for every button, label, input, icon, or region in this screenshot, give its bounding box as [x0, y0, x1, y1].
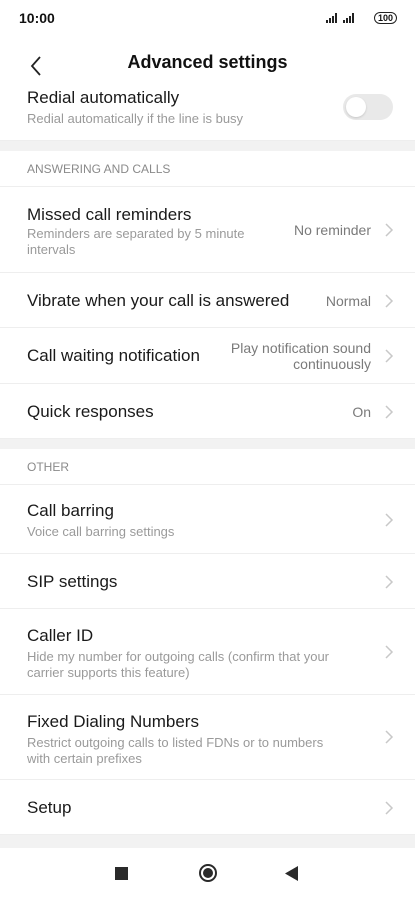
row-title: Missed call reminders [27, 205, 192, 224]
section-separator [0, 439, 415, 449]
row-title: SIP settings [27, 572, 118, 591]
page-title: Advanced settings [127, 51, 288, 72]
circle-icon[interactable] [198, 863, 218, 883]
app-bar: Advanced settings [0, 36, 415, 100]
signal-icon [342, 13, 354, 23]
chevron-right-icon [385, 513, 394, 527]
setup-row[interactable]: Setup [0, 780, 415, 835]
chevron-left-icon [30, 56, 41, 76]
row-subtitle: Voice call barring settings [27, 524, 175, 539]
row-value: No reminder [293, 222, 371, 238]
chevron-right-icon [385, 730, 394, 744]
missed-call-reminders-row[interactable]: Missed call reminders Reminders are sepa… [0, 187, 415, 273]
chevron-right-icon [385, 294, 394, 308]
row-title: Setup [27, 798, 72, 817]
status-bar: 10:00 100 [0, 0, 415, 36]
vibrate-when-answered-row[interactable]: Vibrate when your call is answered Norma… [0, 273, 415, 328]
square-icon[interactable] [115, 867, 128, 880]
call-waiting-notification-row[interactable]: Call waiting notification Play notificat… [0, 328, 415, 384]
triangle-back-icon[interactable] [285, 866, 298, 881]
section-heading-other: OTHER [0, 449, 415, 485]
row-title: Fixed Dialing Numbers [27, 712, 199, 731]
chevron-right-icon [385, 223, 394, 237]
row-subtitle: Reminders are separated by 5 minute inte… [27, 226, 245, 257]
signal-icon [325, 13, 337, 23]
chevron-right-icon [385, 575, 394, 589]
chevron-right-icon [385, 801, 394, 815]
section-separator [0, 141, 415, 151]
row-title: Quick responses [27, 402, 154, 421]
row-title: Call barring [27, 501, 114, 520]
sip-settings-row[interactable]: SIP settings [0, 554, 415, 609]
settings-list: Redial automatically Redial automaticall… [0, 88, 415, 853]
row-subtitle: Hide my number for outgoing calls (confi… [27, 649, 330, 680]
row-value: Normal [325, 293, 371, 309]
row-value: Play notification sound continuously [230, 340, 371, 372]
status-time: 10:00 [19, 10, 55, 26]
caller-id-row[interactable]: Caller ID Hide my number for outgoing ca… [0, 609, 415, 695]
call-barring-row[interactable]: Call barring Voice call barring settings [0, 485, 415, 554]
chevron-right-icon [385, 405, 394, 419]
chevron-right-icon [385, 645, 394, 659]
row-subtitle: Redial automatically if the line is busy [27, 111, 244, 126]
quick-responses-row[interactable]: Quick responses On [0, 384, 415, 439]
row-title: Call waiting notification [27, 346, 200, 365]
row-title: Vibrate when your call is answered [27, 291, 290, 310]
row-title: Caller ID [27, 626, 94, 645]
section-heading-answering: ANSWERING AND CALLS [0, 151, 415, 187]
row-value: On [352, 404, 371, 420]
toggle-knob [346, 97, 366, 117]
navigation-bar [0, 848, 415, 900]
back-button[interactable] [20, 50, 52, 82]
row-subtitle: Restrict outgoing calls to listed FDNs o… [27, 735, 324, 766]
chevron-right-icon [385, 349, 394, 363]
battery-icon: 100 [373, 12, 397, 24]
fixed-dialing-numbers-row[interactable]: Fixed Dialing Numbers Restrict outgoing … [0, 695, 415, 780]
